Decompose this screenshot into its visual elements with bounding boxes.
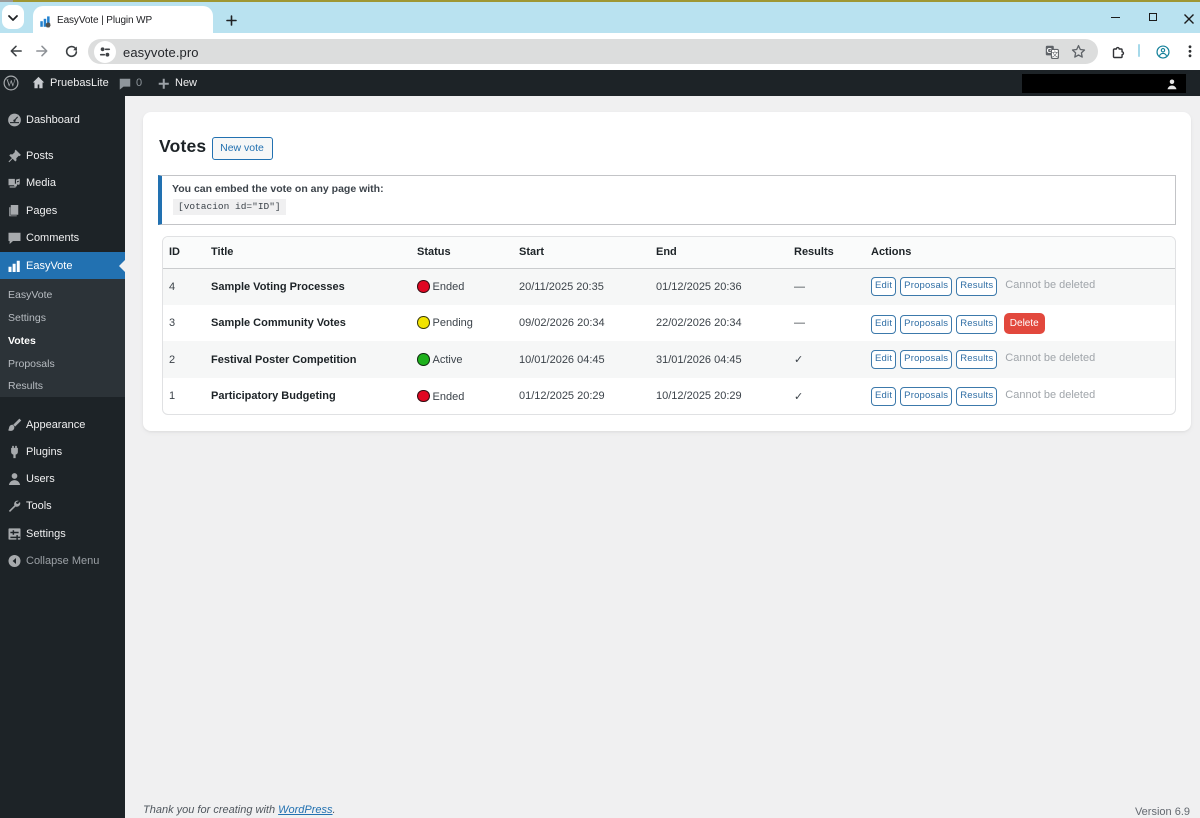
- svg-text:文: 文: [1051, 50, 1058, 59]
- svg-text:W: W: [6, 78, 16, 89]
